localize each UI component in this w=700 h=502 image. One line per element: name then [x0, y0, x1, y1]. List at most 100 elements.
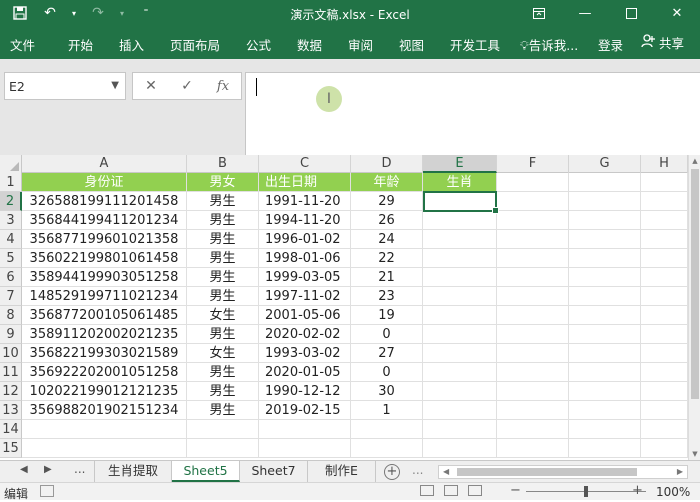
table-cell[interactable]: 1997-11-02 — [259, 287, 351, 306]
table-cell[interactable] — [569, 268, 641, 287]
table-cell[interactable] — [497, 192, 569, 211]
table-cell[interactable]: 356822199303021589 — [22, 344, 187, 363]
formula-input[interactable] — [245, 72, 700, 155]
row-header-11[interactable]: 11 — [0, 363, 22, 382]
row-header-2[interactable]: 2 — [0, 192, 22, 211]
tab-data[interactable]: 数据 — [297, 35, 322, 54]
table-cell[interactable] — [641, 249, 688, 268]
normal-view-icon[interactable] — [420, 485, 434, 496]
table-cell[interactable]: 356877200105061485 — [22, 306, 187, 325]
sheet-tab-zhizuo[interactable]: 制作E — [308, 461, 376, 482]
table-cell[interactable]: 148529199711021234 — [22, 287, 187, 306]
sheet-tab-sheet7[interactable]: Sheet7 — [240, 461, 308, 482]
horizontal-scroll-thumb[interactable] — [457, 468, 637, 476]
scroll-down-icon[interactable]: ▼ — [690, 450, 700, 458]
table-cell[interactable] — [641, 230, 688, 249]
page-break-view-icon[interactable] — [468, 485, 482, 496]
table-cell[interactable] — [423, 363, 497, 382]
table-cell[interactable] — [423, 420, 497, 439]
table-cell[interactable] — [641, 420, 688, 439]
table-cell[interactable]: 2019-02-15 — [259, 401, 351, 420]
header-cell[interactable]: 身份证 — [22, 173, 187, 192]
table-cell[interactable] — [641, 382, 688, 401]
table-cell[interactable] — [497, 439, 569, 458]
table-cell[interactable] — [569, 306, 641, 325]
table-cell[interactable] — [423, 268, 497, 287]
table-cell[interactable]: 男生 — [187, 211, 259, 230]
close-icon[interactable]: ✕ — [654, 0, 700, 26]
confirm-entry-icon[interactable]: ✓ — [169, 78, 205, 94]
table-cell[interactable]: 356022199801061458 — [22, 249, 187, 268]
table-cell[interactable]: 1990-12-12 — [259, 382, 351, 401]
scroll-left-icon[interactable]: ◀ — [443, 467, 449, 476]
header-cell[interactable]: 男女 — [187, 173, 259, 192]
row-header-5[interactable]: 5 — [0, 249, 22, 268]
header-cell[interactable]: 生肖 — [423, 173, 497, 192]
table-cell[interactable] — [497, 287, 569, 306]
table-cell[interactable]: 1 — [351, 401, 423, 420]
tab-view[interactable]: 视图 — [399, 35, 424, 54]
table-cell[interactable] — [641, 268, 688, 287]
table-cell[interactable]: 男生 — [187, 363, 259, 382]
table-cell[interactable]: 2020-01-05 — [259, 363, 351, 382]
row-header-7[interactable]: 7 — [0, 287, 22, 306]
horizontal-scrollbar[interactable]: ◀ ▶ — [438, 465, 688, 479]
add-sheet-icon[interactable]: + — [384, 464, 400, 480]
table-cell[interactable] — [569, 249, 641, 268]
share-button[interactable]: 共享 — [635, 30, 690, 55]
macro-record-icon[interactable] — [40, 485, 54, 497]
tab-file[interactable]: 文件 — [10, 35, 35, 54]
table-cell[interactable]: 102022199012121235 — [22, 382, 187, 401]
header-cell[interactable] — [497, 173, 569, 192]
sheet-tab-sheet5[interactable]: Sheet5 — [172, 461, 240, 482]
row-header-9[interactable]: 9 — [0, 325, 22, 344]
table-cell[interactable]: 1999-03-05 — [259, 268, 351, 287]
tab-home[interactable]: 开始 — [68, 35, 93, 54]
table-cell[interactable] — [423, 249, 497, 268]
prev-sheet-icon[interactable]: ◀ — [20, 464, 28, 475]
column-header-a[interactable]: A — [22, 155, 187, 173]
table-cell[interactable] — [641, 325, 688, 344]
row-header-15[interactable]: 15 — [0, 439, 22, 458]
redo-icon[interactable]: ↷ — [88, 3, 108, 23]
table-cell[interactable] — [22, 420, 187, 439]
table-cell[interactable] — [569, 382, 641, 401]
redo-dropdown-icon[interactable]: ▾ — [118, 3, 126, 23]
row-header-8[interactable]: 8 — [0, 306, 22, 325]
table-cell[interactable]: 男生 — [187, 401, 259, 420]
table-cell[interactable]: 0 — [351, 325, 423, 344]
table-cell[interactable] — [259, 439, 351, 458]
table-cell[interactable] — [497, 249, 569, 268]
zoom-out-icon[interactable]: − — [510, 483, 521, 498]
row-header-4[interactable]: 4 — [0, 230, 22, 249]
name-box[interactable]: E2 ▼ — [4, 72, 126, 100]
table-cell[interactable]: 男生 — [187, 249, 259, 268]
tab-developer[interactable]: 开发工具 — [450, 35, 500, 54]
sheet-tab-shengxiao[interactable]: 生肖提取 — [94, 461, 172, 482]
table-cell[interactable]: 23 — [351, 287, 423, 306]
next-sheet-icon[interactable]: ▶ — [44, 464, 52, 475]
table-cell[interactable]: 1993-03-02 — [259, 344, 351, 363]
column-header-b[interactable]: B — [187, 155, 259, 173]
table-cell[interactable]: 男生 — [187, 230, 259, 249]
table-cell[interactable] — [423, 439, 497, 458]
header-cell[interactable]: 出生日期 — [259, 173, 351, 192]
table-cell[interactable] — [641, 287, 688, 306]
header-cell[interactable] — [569, 173, 641, 192]
header-cell[interactable] — [641, 173, 688, 192]
table-cell[interactable]: 356988201902151234 — [22, 401, 187, 420]
column-header-g[interactable]: G — [569, 155, 641, 173]
table-cell[interactable]: 男生 — [187, 325, 259, 344]
column-header-f[interactable]: F — [497, 155, 569, 173]
table-cell[interactable]: 356922202001051258 — [22, 363, 187, 382]
table-cell[interactable]: 358944199903051258 — [22, 268, 187, 287]
column-header-d[interactable]: D — [351, 155, 423, 173]
table-cell[interactable] — [423, 306, 497, 325]
table-cell[interactable] — [569, 230, 641, 249]
zoom-in-icon[interactable]: + — [632, 483, 643, 498]
tell-me-search[interactable]: 💡︎告诉我... — [520, 35, 578, 54]
table-cell[interactable] — [497, 382, 569, 401]
row-header-12[interactable]: 12 — [0, 382, 22, 401]
row-header-13[interactable]: 13 — [0, 401, 22, 420]
table-cell[interactable] — [641, 306, 688, 325]
